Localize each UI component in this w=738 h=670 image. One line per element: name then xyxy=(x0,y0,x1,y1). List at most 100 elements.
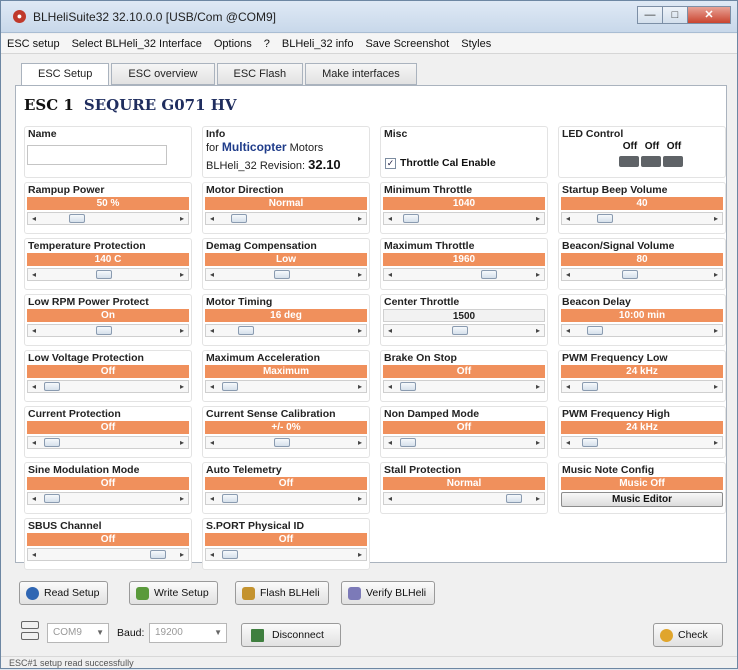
tab-make-interfaces[interactable]: Make interfaces xyxy=(305,63,417,85)
demag-compensation-slider-thumb[interactable] xyxy=(274,270,291,279)
throttle-cal-checkbox[interactable]: ✓ xyxy=(385,158,396,169)
demag-compensation-slider[interactable]: ◂ ▸ xyxy=(205,268,367,281)
led-1-toggle[interactable] xyxy=(619,156,639,167)
motor-timing-slider-thumb[interactable] xyxy=(238,326,255,335)
s-port-physical-id-slider-thumb[interactable] xyxy=(222,550,239,559)
arrow-left-icon[interactable]: ◂ xyxy=(207,269,217,280)
tab-esc-overview[interactable]: ESC overview xyxy=(111,63,215,85)
motor-direction-slider[interactable]: ◂ ▸ xyxy=(205,212,367,225)
minimize-button[interactable]: — xyxy=(637,6,663,24)
rampup-power-slider-thumb[interactable] xyxy=(69,214,85,223)
arrow-left-icon[interactable]: ◂ xyxy=(29,269,39,280)
temperature-protection-slider-thumb[interactable] xyxy=(96,270,113,279)
center-throttle-slider-thumb[interactable] xyxy=(452,326,469,335)
arrow-right-icon[interactable]: ▸ xyxy=(177,213,187,224)
low-rpm-power-protect-slider-thumb[interactable] xyxy=(96,326,113,335)
minimum-throttle-slider-thumb[interactable] xyxy=(402,214,419,223)
arrow-right-icon[interactable]: ▸ xyxy=(711,269,721,280)
arrow-right-icon[interactable]: ▸ xyxy=(355,213,365,224)
arrow-left-icon[interactable]: ◂ xyxy=(563,437,573,448)
menu-save-screenshot[interactable]: Save Screenshot xyxy=(365,38,449,50)
arrow-left-icon[interactable]: ◂ xyxy=(207,325,217,336)
menu-options[interactable]: Options xyxy=(214,38,252,50)
startup-beep-volume-slider-thumb[interactable] xyxy=(596,214,613,223)
arrow-right-icon[interactable]: ▸ xyxy=(711,325,721,336)
sine-modulation-mode-slider-thumb[interactable] xyxy=(44,494,61,503)
menu-help[interactable]: ? xyxy=(264,38,270,50)
arrow-right-icon[interactable]: ▸ xyxy=(177,493,187,504)
arrow-right-icon[interactable]: ▸ xyxy=(177,269,187,280)
arrow-left-icon[interactable]: ◂ xyxy=(385,213,395,224)
arrow-right-icon[interactable]: ▸ xyxy=(177,549,187,560)
arrow-left-icon[interactable]: ◂ xyxy=(563,213,573,224)
maximum-throttle-slider[interactable]: ◂ ▸ xyxy=(383,268,545,281)
arrow-left-icon[interactable]: ◂ xyxy=(29,213,39,224)
arrow-left-icon[interactable]: ◂ xyxy=(385,325,395,336)
close-button[interactable]: ✕ xyxy=(687,6,731,24)
disconnect-button[interactable]: Disconnect xyxy=(241,623,341,647)
motor-timing-slider[interactable]: ◂ ▸ xyxy=(205,324,367,337)
beacon-signal-volume-slider[interactable]: ◂ ▸ xyxy=(561,268,723,281)
sine-modulation-mode-slider[interactable]: ◂ ▸ xyxy=(27,492,189,505)
center-throttle-slider[interactable]: ◂ ▸ xyxy=(383,324,545,337)
beacon-signal-volume-slider-thumb[interactable] xyxy=(621,270,638,279)
arrow-right-icon[interactable]: ▸ xyxy=(355,437,365,448)
s-port-physical-id-slider[interactable]: ◂ ▸ xyxy=(205,548,367,561)
low-voltage-protection-slider-thumb[interactable] xyxy=(44,382,61,391)
arrow-right-icon[interactable]: ▸ xyxy=(711,381,721,392)
maximum-acceleration-slider[interactable]: ◂ ▸ xyxy=(205,380,367,393)
non-damped-mode-slider-thumb[interactable] xyxy=(400,438,417,447)
arrow-left-icon[interactable]: ◂ xyxy=(29,437,39,448)
arrow-left-icon[interactable]: ◂ xyxy=(563,325,573,336)
arrow-left-icon[interactable]: ◂ xyxy=(385,381,395,392)
write-setup-button[interactable]: Write Setup xyxy=(129,581,218,605)
menu-blheli-info[interactable]: BLHeli_32 info xyxy=(282,38,354,50)
beacon-delay-slider-thumb[interactable] xyxy=(586,326,603,335)
arrow-left-icon[interactable]: ◂ xyxy=(385,493,395,504)
motor-direction-slider-thumb[interactable] xyxy=(230,214,247,223)
arrow-right-icon[interactable]: ▸ xyxy=(533,437,543,448)
arrow-left-icon[interactable]: ◂ xyxy=(29,549,39,560)
arrow-left-icon[interactable]: ◂ xyxy=(385,269,395,280)
minimum-throttle-slider[interactable]: ◂ ▸ xyxy=(383,212,545,225)
tab-esc-setup[interactable]: ESC Setup xyxy=(21,63,110,86)
flash-blheli-button[interactable]: Flash BLHeli xyxy=(235,581,329,605)
current-sense-calibration-slider[interactable]: ◂ ▸ xyxy=(205,436,367,449)
arrow-right-icon[interactable]: ▸ xyxy=(533,213,543,224)
stall-protection-slider[interactable]: ◂ ▸ xyxy=(383,492,545,505)
startup-beep-volume-slider[interactable]: ◂ ▸ xyxy=(561,212,723,225)
tab-esc-flash[interactable]: ESC Flash xyxy=(216,63,304,85)
stall-protection-slider-thumb[interactable] xyxy=(505,494,522,503)
arrow-left-icon[interactable]: ◂ xyxy=(385,437,395,448)
arrow-right-icon[interactable]: ▸ xyxy=(533,325,543,336)
menu-styles[interactable]: Styles xyxy=(461,38,491,50)
low-voltage-protection-slider[interactable]: ◂ ▸ xyxy=(27,380,189,393)
verify-blheli-button[interactable]: Verify BLHeli xyxy=(341,581,436,605)
menu-select-interface[interactable]: Select BLHeli_32 Interface xyxy=(72,38,202,50)
arrow-right-icon[interactable]: ▸ xyxy=(355,549,365,560)
arrow-right-icon[interactable]: ▸ xyxy=(355,381,365,392)
baud-select[interactable]: 19200 ▼ xyxy=(149,623,227,643)
arrow-right-icon[interactable]: ▸ xyxy=(355,325,365,336)
sbus-channel-slider[interactable]: ◂ ▸ xyxy=(27,548,189,561)
menu-esc-setup[interactable]: ESC setup xyxy=(7,38,60,50)
arrow-right-icon[interactable]: ▸ xyxy=(533,493,543,504)
arrow-left-icon[interactable]: ◂ xyxy=(207,437,217,448)
temperature-protection-slider[interactable]: ◂ ▸ xyxy=(27,268,189,281)
port-select[interactable]: COM9 ▼ xyxy=(47,623,109,643)
rampup-power-slider[interactable]: ◂ ▸ xyxy=(27,212,189,225)
arrow-right-icon[interactable]: ▸ xyxy=(177,381,187,392)
maximum-acceleration-slider-thumb[interactable] xyxy=(222,382,239,391)
arrow-left-icon[interactable]: ◂ xyxy=(563,381,573,392)
arrow-right-icon[interactable]: ▸ xyxy=(177,325,187,336)
maximum-throttle-slider-thumb[interactable] xyxy=(480,270,497,279)
arrow-right-icon[interactable]: ▸ xyxy=(711,437,721,448)
arrow-right-icon[interactable]: ▸ xyxy=(355,269,365,280)
current-sense-calibration-slider-thumb[interactable] xyxy=(274,438,291,447)
pwm-frequency-low-slider-thumb[interactable] xyxy=(581,382,598,391)
music-editor-button[interactable]: Music Editor xyxy=(561,492,723,507)
arrow-left-icon[interactable]: ◂ xyxy=(207,213,217,224)
brake-on-stop-slider[interactable]: ◂ ▸ xyxy=(383,380,545,393)
arrow-right-icon[interactable]: ▸ xyxy=(355,493,365,504)
arrow-right-icon[interactable]: ▸ xyxy=(533,381,543,392)
